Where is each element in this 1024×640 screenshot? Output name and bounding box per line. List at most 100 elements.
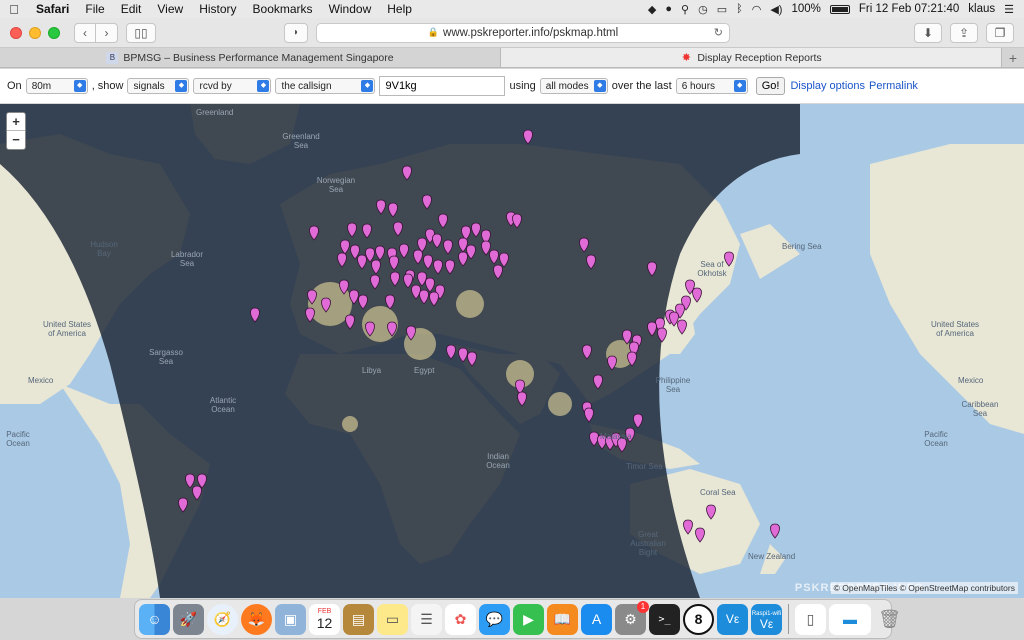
zoom-control: + − xyxy=(6,112,26,150)
downloads-icon[interactable]: ▯ xyxy=(795,603,826,635)
volume-icon[interactable]: ◀) xyxy=(770,3,782,16)
control-center-icon[interactable]: ☰ xyxy=(1004,3,1014,16)
sync-icon[interactable]: ● xyxy=(665,3,672,15)
zoom-in-button[interactable]: + xyxy=(7,113,25,131)
privacy-shield-icon[interactable]: ◗ xyxy=(284,22,308,43)
wifi-icon[interactable]: ◠ xyxy=(752,3,762,16)
band-select[interactable]: 80m ◆ xyxy=(25,78,88,94)
reminders-icon[interactable]: ☰ xyxy=(411,603,442,635)
forward-button[interactable]: › xyxy=(96,22,118,43)
chevron-updown-icon: ◆ xyxy=(733,80,746,92)
permalink-link[interactable]: Permalink xyxy=(869,80,918,92)
stickies-icon[interactable]: ▭ xyxy=(377,603,408,635)
menu-app-safari[interactable]: Safari xyxy=(28,2,77,16)
battery-icon[interactable] xyxy=(829,4,850,14)
tab-label: BPMSG – Business Performance Management … xyxy=(123,51,394,64)
nav-buttons: ‹ › xyxy=(74,22,118,43)
system-preferences-icon[interactable]: ⚙ 1 xyxy=(615,600,649,635)
preview-icon[interactable]: ▣ xyxy=(275,603,306,635)
target-select[interactable]: the callsign ◆ xyxy=(275,78,376,94)
tab-bar: B BPMSG – Business Performance Managemen… xyxy=(0,48,1024,68)
new-tab-button[interactable]: + xyxy=(1002,48,1024,67)
map-label-new-zealand: New Zealand xyxy=(748,552,796,561)
period-select[interactable]: 6 hours ◆ xyxy=(675,78,748,94)
back-button[interactable]: ‹ xyxy=(74,22,96,43)
on-label: On xyxy=(7,80,22,92)
time-machine-icon[interactable]: ◷ xyxy=(698,3,708,16)
vnc-icon[interactable]: Vε xyxy=(717,603,748,635)
minimize-window-icon[interactable] xyxy=(29,26,41,39)
map-label-philippine-sea: Philippine Sea xyxy=(655,376,691,394)
map-label-greenland-sea: Greenland Sea xyxy=(282,132,320,150)
map-label-indian-ocean: Indian Ocean xyxy=(486,452,510,470)
show-select[interactable]: signals ◆ xyxy=(127,78,190,94)
stack-icon[interactable]: ◆ xyxy=(648,3,656,16)
window-icon[interactable]: ▬ xyxy=(829,603,871,635)
battery-percent: 100% xyxy=(791,3,821,15)
map-label-mexico-left: Mexico xyxy=(28,376,54,385)
facetime-icon[interactable]: ▶ xyxy=(513,603,544,635)
callsign-input[interactable] xyxy=(379,76,506,96)
notification-badge: 1 xyxy=(637,600,649,613)
eight-icon[interactable]: 8 xyxy=(683,603,714,635)
address-bar[interactable]: 🔒 www.pskreporter.info/pskmap.html ↻ xyxy=(316,22,730,43)
downloads-button[interactable]: ⬇ xyxy=(914,22,942,43)
close-window-icon[interactable] xyxy=(10,26,22,39)
reception-map[interactable]: + − Greenland Greenland Sea Norwegian Se… xyxy=(0,104,1024,598)
fullscreen-window-icon[interactable] xyxy=(48,26,60,39)
map-label-malaysia: Malaysia xyxy=(600,432,632,441)
user-name[interactable]: klaus xyxy=(968,3,995,15)
menu-view[interactable]: View xyxy=(149,2,191,16)
menu-history[interactable]: History xyxy=(191,2,244,16)
search-icon[interactable]: ⚲ xyxy=(681,3,689,16)
apple-menu-icon[interactable]:  xyxy=(0,2,28,17)
app-store-icon[interactable]: A xyxy=(581,603,612,635)
map-label-great-australian-bight: Great Australian Bight xyxy=(630,530,666,557)
mode-select[interactable]: all modes ◆ xyxy=(539,78,608,94)
direction-select[interactable]: rcvd by ◆ xyxy=(193,78,272,94)
reload-icon[interactable]: ↻ xyxy=(714,26,723,39)
map-label-egypt: Egypt xyxy=(414,366,435,375)
menu-help[interactable]: Help xyxy=(379,2,420,16)
zoom-out-button[interactable]: − xyxy=(7,131,25,149)
period-value: 6 hours xyxy=(681,80,716,92)
query-form: On 80m ◆ , show signals ◆ rcvd by ◆ the cal… xyxy=(0,69,1024,103)
vnc-raspi-icon[interactable]: Raspi1-wifi Vε xyxy=(751,603,782,635)
firefox-icon[interactable]: 🦊 xyxy=(241,603,272,635)
menu-window[interactable]: Window xyxy=(321,2,380,16)
tabs-overview-button[interactable]: ❐ xyxy=(986,22,1014,43)
tab-bpmsg[interactable]: B BPMSG – Business Performance Managemen… xyxy=(0,48,501,67)
clock[interactable]: Fri 12 Feb 07:21:40 xyxy=(859,3,959,15)
finder-icon[interactable]: ☺ xyxy=(139,603,170,635)
dock: ☺ 🚀 🧭 🦊 ▣ FEB 12 ▤ ▭ ☰ ✿ 💬 ▶ 📖 A ⚙ 1 >_ 8… xyxy=(134,599,901,639)
chevron-updown-icon: ◆ xyxy=(73,80,86,92)
menu-bookmarks[interactable]: Bookmarks xyxy=(245,2,321,16)
photos-icon[interactable]: ✿ xyxy=(445,603,476,635)
messages-icon[interactable]: 💬 xyxy=(479,603,510,635)
share-button[interactable]: ⇪ xyxy=(950,22,978,43)
calendar-icon[interactable]: FEB 12 xyxy=(309,603,340,635)
display-options-link[interactable]: Display options xyxy=(790,80,865,92)
map-label-mexico-right: Mexico xyxy=(958,376,984,385)
terminal-icon[interactable]: >_ xyxy=(649,603,680,635)
trash-icon[interactable]: 🗑 xyxy=(874,604,905,635)
map-label-sargasso: Sargasso Sea xyxy=(149,348,183,366)
chevron-updown-icon: ◆ xyxy=(593,80,606,92)
map-label-bering-sea: Bering Sea xyxy=(782,242,822,251)
notes-icon[interactable]: ▤ xyxy=(343,603,374,635)
go-button[interactable]: Go! xyxy=(755,77,786,95)
bluetooth-icon[interactable]: ᛒ xyxy=(736,3,743,15)
map-label-caribbean: Caribbean Sea xyxy=(961,400,999,418)
airplay-icon[interactable]: ▭ xyxy=(717,3,727,16)
sidebar-toggle-button[interactable]: ▯▯ xyxy=(126,22,156,43)
pskreporter-favicon-icon: ✸ xyxy=(681,51,691,64)
safari-icon[interactable]: 🧭 xyxy=(207,603,238,635)
tab-display-reception-reports[interactable]: ✸ Display Reception Reports xyxy=(501,48,1002,67)
menu-edit[interactable]: Edit xyxy=(113,2,150,16)
bpmsg-favicon-icon: B xyxy=(106,51,119,64)
menu-file[interactable]: File xyxy=(77,2,112,16)
map-attribution[interactable]: © OpenMapTiles © OpenStreetMap contribut… xyxy=(830,582,1018,594)
books-icon[interactable]: 📖 xyxy=(547,603,578,635)
reception-marker[interactable] xyxy=(770,523,780,539)
launchpad-icon[interactable]: 🚀 xyxy=(173,603,204,635)
